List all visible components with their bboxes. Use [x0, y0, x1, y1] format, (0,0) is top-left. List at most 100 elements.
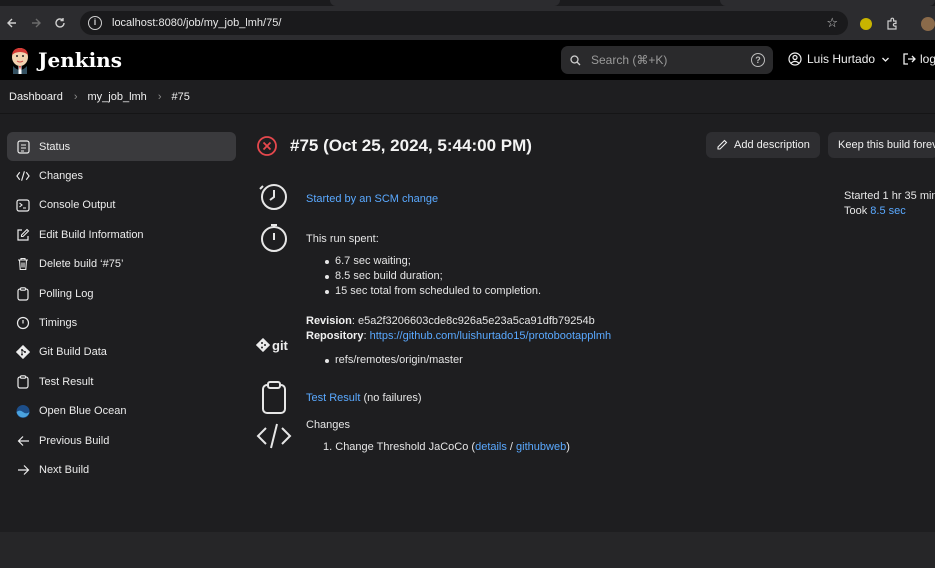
search-input[interactable]	[591, 53, 741, 67]
forward-button[interactable]	[24, 11, 48, 35]
breadcrumb-build[interactable]: #75	[171, 91, 189, 103]
logout-link[interactable]: log	[902, 52, 935, 66]
list-item: 6.7 sec waiting;	[323, 254, 541, 269]
keep-build-label: Keep this build forever	[838, 139, 935, 151]
arrow-left-icon	[16, 434, 30, 448]
change-separator: /	[506, 441, 517, 453]
list-item: refs/remotes/origin/master	[323, 353, 611, 368]
trash-icon	[16, 257, 30, 271]
site-info-icon[interactable]: i	[88, 16, 102, 30]
arrow-left-icon	[7, 18, 16, 28]
address-bar[interactable]: i localhost:8080/job/my_job_lmh/75/ ☆	[80, 11, 848, 35]
took-link[interactable]: 8.5 sec	[870, 205, 905, 217]
logout-label: log	[920, 52, 935, 66]
test-result-line: Test Result (no failures)	[306, 392, 422, 416]
sidebar-item-label: Test Result	[39, 375, 94, 388]
githubweb-link[interactable]: githubweb	[516, 441, 566, 453]
sidebar-item-status[interactable]: Status	[7, 132, 236, 162]
repository-link[interactable]: https://github.com/luishurtado15/protobo…	[370, 330, 612, 342]
extensions-puzzle-icon[interactable]	[885, 17, 899, 34]
refs-list: refs/remotes/origin/master	[323, 353, 611, 368]
sidebar-item-label: Edit Build Information	[39, 228, 144, 241]
sidebar-item-delete-build[interactable]: Delete build ‘#75’	[7, 250, 236, 279]
breadcrumb: Dashboard › my_job_lmh › #75	[0, 80, 935, 114]
breadcrumb-job[interactable]: my_job_lmh	[88, 91, 147, 103]
sidebar-item-label: Timings	[39, 317, 78, 330]
test-result-link[interactable]: Test Result	[306, 392, 360, 404]
test-result-section: Test Result (no failures)	[256, 380, 422, 416]
started-by-link[interactable]: Started by an SCM change	[306, 193, 438, 212]
back-button[interactable]	[0, 11, 24, 35]
sidebar: Status Changes Console Output Edit Build…	[7, 132, 236, 485]
help-icon[interactable]: ?	[751, 53, 765, 67]
sidebar-item-label: Previous Build	[39, 434, 110, 447]
revision-hash: e5a2f3206603cde8c926a5e23a5ca91dfb79254b	[357, 315, 595, 327]
change-item: 1. Change Threshold JaCoCo (details / gi…	[323, 441, 570, 453]
sidebar-item-label: Next Build	[39, 463, 90, 476]
add-description-label: Add description	[734, 139, 810, 151]
clipboard-icon	[16, 286, 30, 301]
browser-toolbar: i localhost:8080/job/my_job_lmh/75/ ☆	[0, 6, 935, 40]
git-details: Revision: e5a2f3206603cde8c926a5e23a5ca9…	[306, 315, 612, 368]
sidebar-item-edit-build-information[interactable]: Edit Build Information	[7, 220, 236, 249]
sidebar-item-polling-log[interactable]: Polling Log	[7, 279, 236, 308]
sidebar-item-timings[interactable]: Timings	[7, 308, 236, 337]
change-text: Change Threshold JaCoCo (	[335, 441, 476, 453]
pencil-icon	[717, 139, 728, 150]
stopwatch-icon	[261, 224, 287, 252]
git-icon	[16, 345, 30, 360]
list-item: 15 sec total from scheduled to completio…	[323, 284, 541, 299]
jenkins-brand[interactable]: Jenkins	[38, 48, 122, 72]
sidebar-item-git-build-data[interactable]: Git Build Data	[7, 338, 236, 367]
failed-icon	[257, 136, 277, 156]
clipboard-icon	[262, 381, 286, 414]
sidebar-item-previous-build[interactable]: Previous Build	[7, 426, 236, 455]
sidebar-item-next-build[interactable]: Next Build	[7, 455, 236, 484]
terminal-icon	[16, 198, 30, 212]
edit-icon	[16, 228, 30, 242]
git-logo: git	[256, 322, 292, 368]
sidebar-item-console-output[interactable]: Console Output	[7, 191, 236, 220]
revision-label: Revision	[306, 315, 352, 327]
sidebar-item-changes[interactable]: Changes	[7, 161, 236, 190]
run-spent-label: This run spent:	[306, 233, 379, 245]
change-close: )	[566, 441, 570, 453]
took-label: Took	[844, 205, 871, 217]
page-title: #75 (Oct 25, 2024, 5:44:00 PM)	[290, 136, 532, 155]
profile-avatar[interactable]	[921, 17, 935, 31]
sidebar-item-label: Console Output	[39, 199, 116, 212]
reload-icon	[55, 18, 65, 28]
took-line: Took 8.5 sec	[844, 204, 935, 219]
stopwatch-icon	[16, 316, 30, 330]
code-icon	[16, 169, 30, 183]
user-name: Luis Hurtado	[807, 52, 876, 66]
page-footer	[0, 532, 935, 568]
user-menu[interactable]: Luis Hurtado	[788, 52, 890, 66]
sidebar-item-label: Polling Log	[39, 287, 94, 300]
run-spent-list: 6.7 sec waiting; 8.5 sec build duration;…	[323, 254, 541, 299]
changes-details: Changes 1. Change Threshold JaCoCo (deta…	[306, 419, 570, 453]
build-timing-info: Started 1 hr 35 min ago Took 8.5 sec	[844, 189, 935, 219]
reload-button[interactable]	[48, 11, 72, 35]
started-by-section: Started by an SCM change	[256, 180, 438, 212]
test-result-note: (no failures)	[363, 392, 422, 404]
details-link[interactable]: details	[475, 441, 507, 453]
sidebar-item-label: Changes	[39, 170, 84, 183]
change-number: 1.	[323, 441, 333, 453]
changes-section: Changes 1. Change Threshold JaCoCo (deta…	[256, 416, 570, 453]
code-icon	[256, 423, 292, 449]
list-item: 8.5 sec build duration;	[323, 269, 541, 284]
chevron-down-icon	[882, 57, 890, 62]
search-box[interactable]: ?	[561, 46, 773, 74]
arrow-right-icon	[32, 18, 41, 28]
user-icon	[788, 52, 802, 66]
bookmark-star-icon[interactable]: ☆	[826, 15, 838, 31]
add-description-button[interactable]: Add description	[706, 132, 820, 158]
extension-icon[interactable]	[860, 18, 872, 30]
sidebar-item-open-blue-ocean[interactable]: Open Blue Ocean	[7, 397, 236, 426]
clipboard-icon	[16, 375, 30, 389]
sidebar-item-test-result[interactable]: Test Result	[7, 367, 236, 396]
jenkins-logo-icon[interactable]	[9, 46, 31, 74]
breadcrumb-dashboard[interactable]: Dashboard	[9, 91, 63, 103]
keep-build-button[interactable]: Keep this build forever	[828, 132, 935, 158]
